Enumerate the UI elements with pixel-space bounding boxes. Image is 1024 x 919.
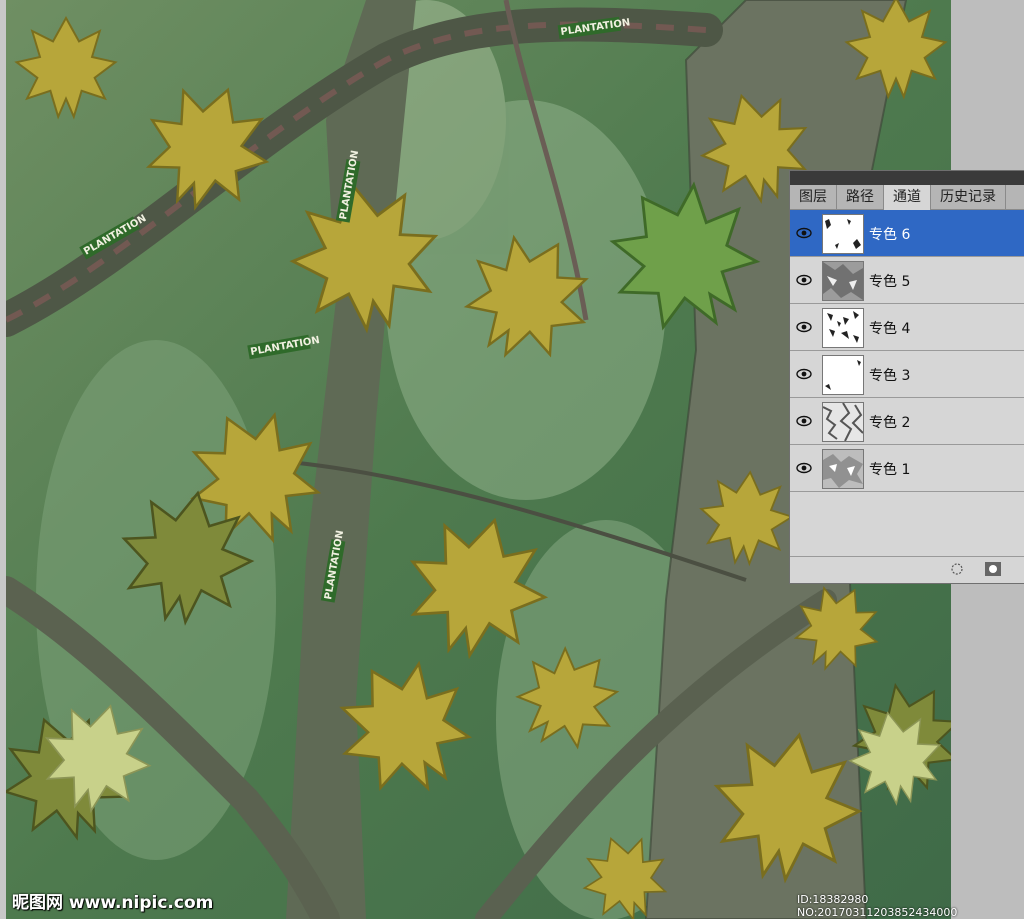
eye-icon[interactable] (796, 319, 812, 335)
channel-thumbnail (822, 402, 864, 442)
channel-thumbnail (822, 308, 864, 348)
channel-row-spot5[interactable]: 专色 5 (790, 257, 1024, 304)
channel-label: 专色 4 (869, 321, 911, 337)
save-mask-icon[interactable] (984, 561, 1002, 577)
channel-row-spot6[interactable]: 专色 6 (790, 210, 1024, 257)
channel-thumbnail (822, 214, 864, 254)
channel-row-spot2[interactable]: 专色 2 (790, 398, 1024, 445)
channel-label: 专色 6 (869, 227, 911, 243)
eye-icon[interactable] (796, 413, 812, 429)
eye-icon[interactable] (796, 366, 812, 382)
channel-thumbnail (822, 261, 864, 301)
image-id-watermark: ID:18382980 NO:20170311203852434000 (797, 893, 958, 919)
channel-row-spot1[interactable]: 专色 1 (790, 445, 1024, 492)
eye-icon[interactable] (796, 272, 812, 288)
channel-label: 专色 2 (869, 415, 911, 431)
load-selection-icon[interactable] (950, 562, 964, 576)
tab-layers[interactable]: 图层 (790, 185, 837, 209)
canvas-area: PLANTATION PLANTATION PLANTATION PLANTAT… (0, 0, 1024, 919)
channel-label: 专色 1 (869, 462, 911, 478)
channel-thumbnail (822, 355, 864, 395)
panel-footer (790, 556, 1024, 583)
panel-title-bar[interactable] (790, 171, 1024, 185)
channel-list: 专色 6 专色 5 专色 4 专色 3 专色 2 专色 1 (790, 210, 1024, 492)
tab-history[interactable]: 历史记录 (931, 185, 1006, 209)
tab-channels[interactable]: 通道 (884, 185, 931, 210)
site-watermark: 昵图网 www.nipic.com (12, 893, 214, 913)
channel-row-spot4[interactable]: 专色 4 (790, 304, 1024, 351)
eye-icon[interactable] (796, 460, 812, 476)
channel-label: 专色 3 (869, 368, 911, 384)
channel-row-spot3[interactable]: 专色 3 (790, 351, 1024, 398)
channel-label: 专色 5 (869, 274, 911, 290)
tab-paths[interactable]: 路径 (837, 185, 884, 209)
eye-icon[interactable] (796, 225, 812, 241)
panel-tabs: 图层 路径 通道 历史记录 (790, 185, 1024, 210)
channels-panel: 图层 路径 通道 历史记录 专色 6 专色 5 专色 4 专色 3 专色 2 专… (789, 170, 1024, 584)
channel-thumbnail (822, 449, 864, 489)
